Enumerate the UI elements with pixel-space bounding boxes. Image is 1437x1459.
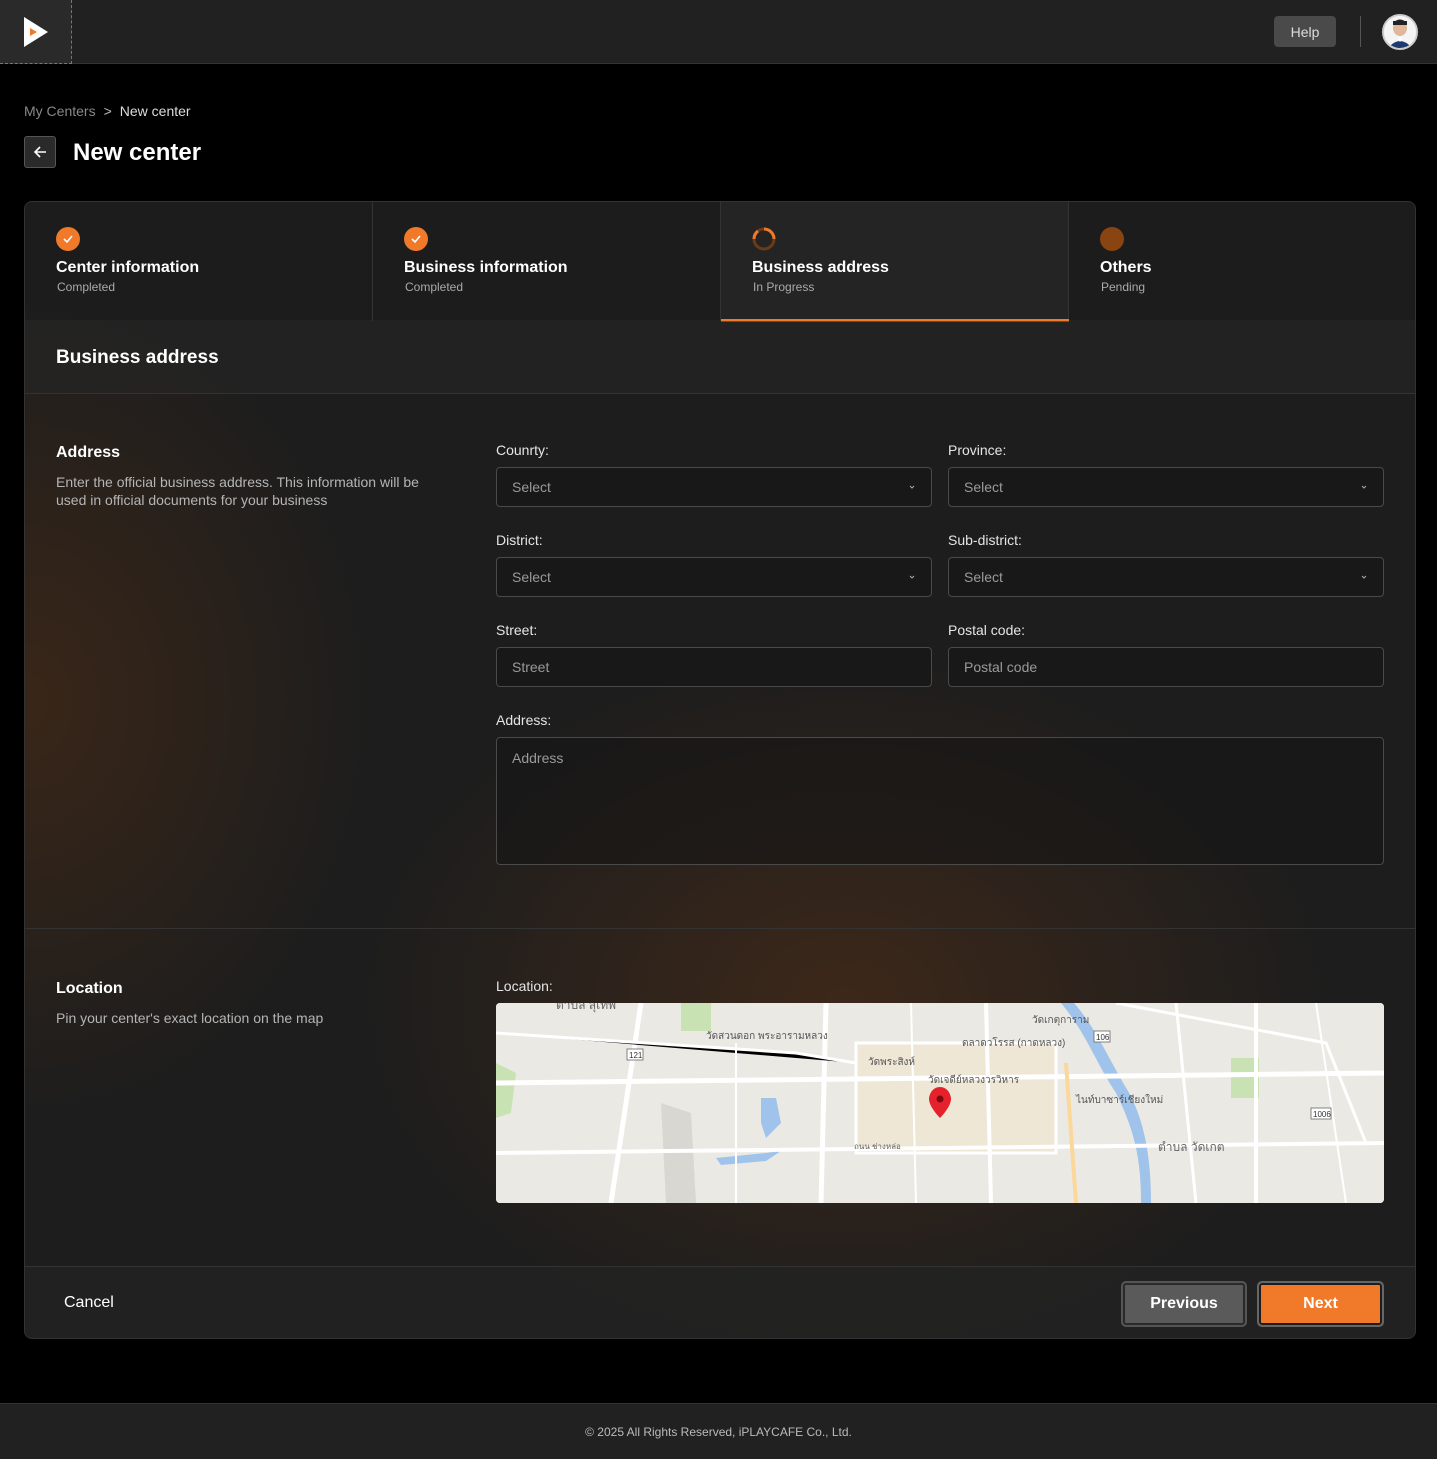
section-title: Business address [56, 347, 219, 368]
section-divider [25, 928, 1415, 929]
map-label: วัดเจดีย์หลวงวรวิหาร [928, 1074, 1020, 1086]
province-select[interactable]: Select [948, 467, 1384, 507]
map-label: ถนน ช่างหล่อ [854, 1142, 901, 1151]
country-select-value: Select [512, 479, 551, 495]
subdistrict-label: Sub-district: [948, 532, 1022, 548]
step-status: Completed [405, 280, 464, 294]
street-placeholder: Street [512, 659, 550, 675]
location-group-title: Location [56, 980, 123, 997]
step-title: Business information [404, 259, 568, 276]
check-icon [404, 227, 428, 251]
district-select[interactable]: Select [496, 557, 932, 597]
copyright-text: © 2025 All Rights Reserved, iPLAYCAFE Co… [585, 1424, 852, 1439]
next-button[interactable]: Next [1257, 1281, 1384, 1327]
wizard-actions: Cancel Previous Next [25, 1266, 1415, 1338]
address-placeholder: Address [512, 750, 564, 766]
subdistrict-select-value: Select [964, 569, 1003, 585]
district-select-value: Select [512, 569, 551, 585]
address-group-title: Address [56, 444, 121, 461]
header-divider [1360, 16, 1361, 47]
address-desc-line2: used in official documents for your busi… [56, 492, 328, 508]
map-label: ไนท์บาซาร์เชียงใหม่ [1075, 1094, 1163, 1106]
step-center-information[interactable]: Center information Completed [25, 202, 373, 321]
location-map[interactable]: วัดสวนดอก พระอารามหลวง วัดพระสิงห์ วัดเจ… [496, 1003, 1384, 1203]
subdistrict-select[interactable]: Select [948, 557, 1384, 597]
wizard-card: Center information Completed Business in… [24, 201, 1416, 1339]
step-title: Business address [752, 259, 889, 276]
province-label: Province: [948, 442, 1007, 458]
app-logo[interactable] [0, 0, 72, 64]
chevron-down-icon [909, 575, 915, 579]
progress-spinner-icon [752, 227, 776, 251]
address-textarea[interactable]: Address [496, 737, 1384, 865]
address-desc-line1: Enter the official business address. Thi… [56, 474, 419, 490]
postal-code-placeholder: Postal code [964, 659, 1038, 675]
cancel-button[interactable]: Cancel [64, 1294, 114, 1312]
province-select-value: Select [964, 479, 1003, 495]
step-business-address[interactable]: Business address In Progress [721, 202, 1069, 322]
pending-dot-icon [1100, 227, 1124, 251]
district-label: District: [496, 532, 543, 548]
location-group-description: Pin your center's exact location on the … [56, 1010, 324, 1026]
chevron-down-icon [909, 485, 915, 489]
step-status: In Progress [753, 280, 815, 294]
chevron-down-icon [1361, 575, 1367, 579]
step-business-information[interactable]: Business information Completed [373, 202, 721, 321]
road-number: 106 [1096, 1033, 1110, 1042]
road-number: 1006 [1313, 1110, 1331, 1119]
play-logo-icon [23, 16, 48, 47]
country-select[interactable]: Select [496, 467, 932, 507]
back-button[interactable] [24, 136, 56, 168]
map-label: ตำบล วัดเกต [1158, 1140, 1225, 1154]
map-label: ตลาดวโรรส (กาดหลวง) [962, 1036, 1065, 1049]
street-input[interactable]: Street [496, 647, 932, 687]
previous-button[interactable]: Previous [1121, 1281, 1247, 1327]
check-icon [56, 227, 80, 251]
user-avatar[interactable] [1382, 14, 1418, 50]
page-title: New center [73, 139, 202, 166]
postal-code-label: Postal code: [948, 622, 1026, 638]
address-group-description: Enter the official business address. Thi… [56, 473, 419, 509]
arrow-left-icon [33, 146, 46, 158]
step-status: Completed [57, 280, 116, 294]
map-label: วัดพระสิงห์ [868, 1056, 915, 1068]
map-label: ตำบล สุเทพ [556, 1003, 616, 1013]
street-label: Street: [496, 622, 538, 638]
breadcrumb-current: New center [119, 103, 191, 119]
step-others[interactable]: Others Pending [1069, 202, 1415, 321]
map-label: วัดสวนดอก พระอารามหลวง [706, 1031, 828, 1042]
top-bar: Help [0, 0, 1437, 64]
breadcrumb-separator: > [103, 103, 112, 119]
section-header: Business address [25, 321, 1415, 394]
location-label: Location: [496, 978, 553, 994]
step-status: Pending [1101, 280, 1146, 294]
step-title: Others [1100, 259, 1152, 276]
step-title: Center information [56, 259, 200, 276]
map-label: วัดเกตุการาม [1032, 1015, 1089, 1026]
postal-code-input[interactable]: Postal code [948, 647, 1384, 687]
breadcrumb: My Centers > New center [24, 103, 191, 119]
country-label: Counrty: [496, 442, 549, 458]
road-number: 121 [629, 1051, 643, 1060]
map-canvas[interactable]: วัดสวนดอก พระอารามหลวง วัดพระสิงห์ วัดเจ… [496, 1003, 1384, 1203]
breadcrumb-link-my-centers[interactable]: My Centers [24, 103, 96, 119]
chevron-down-icon [1361, 485, 1367, 489]
page-footer: © 2025 All Rights Reserved, iPLAYCAFE Co… [0, 1403, 1437, 1459]
help-button[interactable]: Help [1274, 16, 1336, 47]
address-label: Address: [496, 712, 552, 728]
stepper: Center information Completed Business in… [25, 202, 1415, 322]
